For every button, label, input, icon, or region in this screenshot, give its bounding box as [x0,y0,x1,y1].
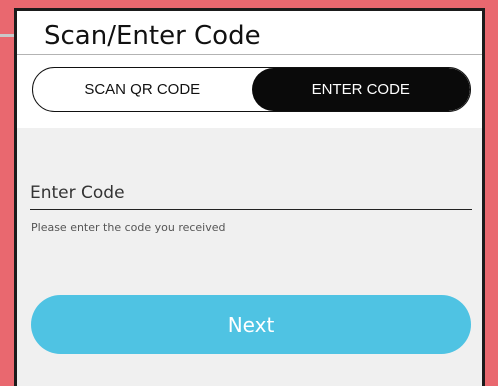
next-button[interactable]: Next [31,295,471,354]
tab-enter-code[interactable]: ENTER CODE [251,68,470,111]
page-title: Scan/Enter Code [44,21,261,51]
code-field [30,176,472,210]
helper-text: Please enter the code you received [31,221,226,234]
header: Scan/Enter Code SCAN QR CODE ENTER CODE [17,11,482,128]
mode-segmented-control: SCAN QR CODE ENTER CODE [32,67,471,112]
code-entry-panel: Scan/Enter Code SCAN QR CODE ENTER CODE … [14,8,485,386]
code-input[interactable] [30,176,472,209]
tab-scan-qr-code[interactable]: SCAN QR CODE [33,68,252,111]
title-divider [17,54,482,55]
